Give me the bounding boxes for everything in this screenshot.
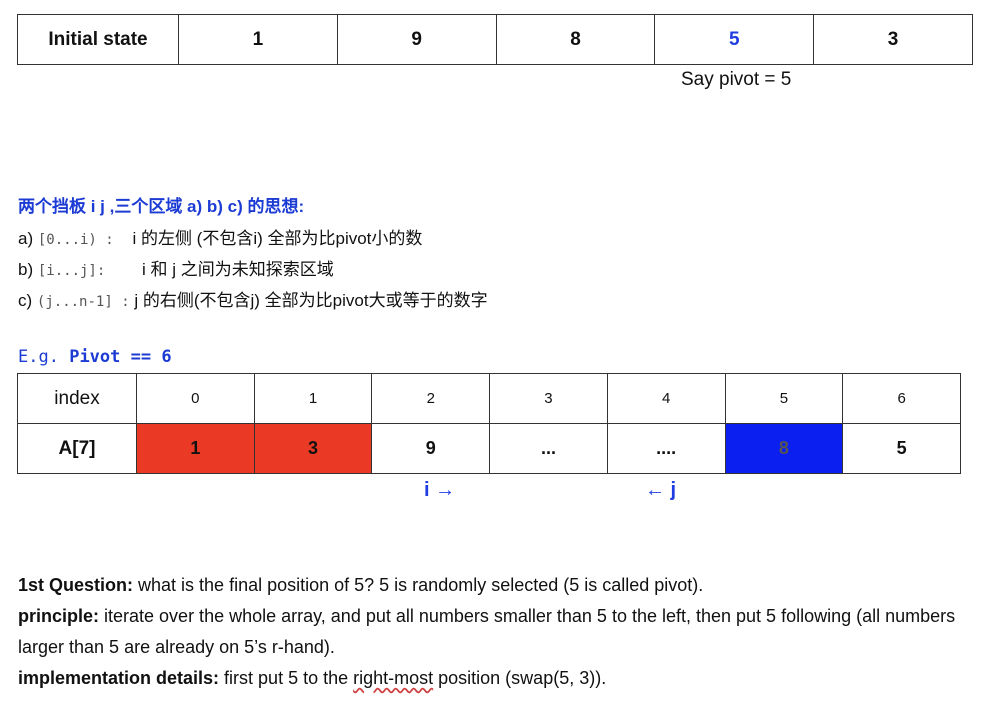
question-label: 1st Question: [18, 575, 134, 595]
pointer-i: i → [424, 479, 456, 501]
array-value-cell: 5 [842, 423, 961, 474]
array-value-cell-smaller: 1 [136, 423, 255, 474]
question-block: 1st Question: what is the final position… [18, 570, 978, 694]
initial-pivot-cell: 5 [654, 14, 815, 65]
region-range: [0...i) : [37, 232, 114, 248]
region-c-line: c) (j...n-1] : j 的右侧(不包含j) 全部为比pivot大或等于… [18, 286, 488, 311]
initial-value-cell: 1 [178, 14, 338, 65]
array-header: A[7] [17, 423, 137, 474]
index-cell: 4 [606, 373, 726, 424]
region-range: (j...n-1] : [36, 294, 130, 310]
principle-line: principle: iterate over the whole array,… [18, 601, 978, 663]
array-value-cell: .... [606, 423, 726, 474]
value-row: A[7] 1 3 9 ... .... 8 5 [17, 423, 961, 474]
question-line: 1st Question: what is the final position… [18, 570, 978, 601]
initial-value-cell: 8 [495, 14, 656, 65]
region-prefix: c) [18, 291, 33, 310]
index-cell: 3 [489, 373, 608, 424]
region-description: i 的左侧 (不包含i) 全部为比pivot小的数 [132, 229, 423, 248]
index-header: index [17, 373, 137, 424]
principle-text: iterate over the whole array, and put al… [18, 606, 956, 657]
example-pivot-label: Pivot == 6 [69, 347, 172, 367]
principle-label: principle: [18, 606, 100, 626]
region-b-line: b) [i...j]: i 和 j 之间为未知探索区域 [18, 255, 334, 280]
example-prefix: E.g. [18, 347, 59, 367]
region-description: i 和 j 之间为未知探索区域 [142, 260, 334, 279]
array-value-cell: ... [489, 423, 608, 474]
region-prefix: b) [18, 260, 34, 279]
region-description: j 的右侧(不包含j) 全部为比pivot大或等于的数字 [134, 291, 488, 310]
implementation-text: first put 5 to the [219, 668, 354, 688]
pointer-j: ← j [645, 479, 677, 501]
index-row: index 0 1 2 3 4 5 6 [17, 373, 961, 424]
initial-state-table: Initial state 1 9 8 5 3 [17, 14, 973, 65]
example-heading: E.g. Pivot == 6 [18, 347, 172, 367]
index-cell: 0 [136, 373, 255, 424]
index-cell: 6 [842, 373, 961, 424]
array-value-cell-smaller: 3 [253, 423, 373, 474]
array-table: index 0 1 2 3 4 5 6 A[7] 1 3 9 ... .... … [17, 373, 961, 474]
initial-value-cell: 9 [336, 14, 497, 65]
idea-title: 两个挡板 i j ,三个区域 a) b) c) 的思想: [18, 197, 305, 216]
initial-state-row: Initial state 1 9 8 5 3 [17, 14, 973, 65]
initial-value-cell: 3 [813, 14, 973, 65]
implementation-label: implementation details: [18, 668, 220, 688]
region-range: [i...j]: [37, 263, 106, 279]
index-cell: 2 [371, 373, 491, 424]
implementation-underlined-text: right-most [353, 668, 434, 688]
index-cell: 5 [724, 373, 844, 424]
index-cell: 1 [253, 373, 373, 424]
initial-state-label: Initial state [17, 14, 179, 65]
pivot-note: Say pivot = 5 [681, 69, 792, 90]
implementation-text-end: position (swap(5, 3)). [433, 668, 607, 688]
array-value-cell: 9 [371, 423, 491, 474]
array-value-cell-larger: 8 [724, 423, 844, 474]
region-prefix: a) [18, 229, 34, 248]
implementation-line: implementation details: first put 5 to t… [18, 663, 978, 694]
region-a-line: a) [0...i) : i 的左侧 (不包含i) 全部为比pivot小的数 [18, 224, 422, 249]
question-text: what is the final position of 5? 5 is ra… [133, 575, 704, 595]
